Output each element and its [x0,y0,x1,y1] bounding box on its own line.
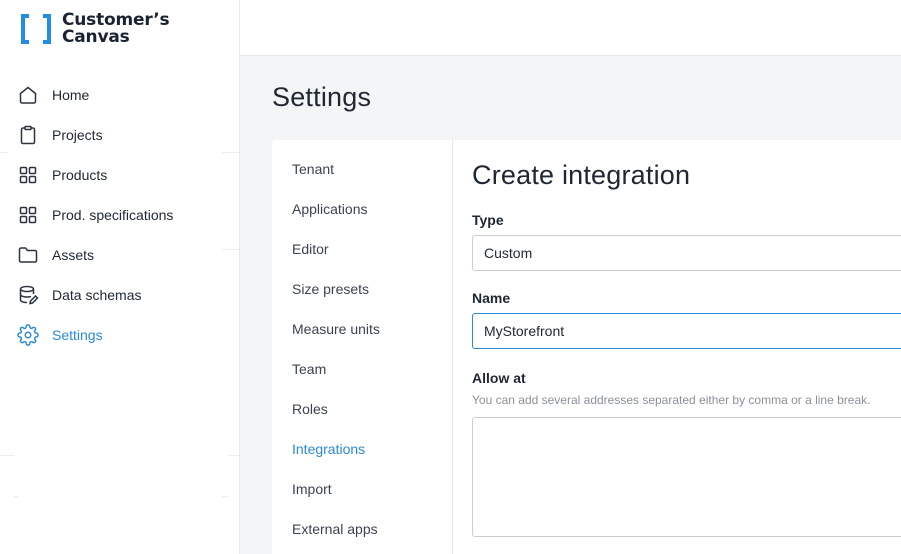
settings-nav-item-applications[interactable]: Applications [272,189,452,229]
clipboard-icon [17,124,39,146]
brand-bracket-icon [21,14,51,44]
sidebar-item-label: Home [52,87,90,103]
app: Customer’s Canvas Home Projects Products… [0,0,901,554]
sidebar-item-data-schemas[interactable]: Data schemas [0,275,239,315]
name-input[interactable] [472,313,901,349]
sidebar: Customer’s Canvas Home Projects Products… [0,0,240,554]
type-select[interactable]: Custom [472,235,901,271]
brand-name-line2: Canvas [62,27,130,47]
top-bar [240,0,901,56]
brand-name: Customer’s Canvas [62,12,170,47]
settings-nav-item-tenant[interactable]: Tenant [272,149,452,189]
divider [222,496,229,497]
sidebar-item-products[interactable]: Products [0,155,239,195]
sidebar-item-home[interactable]: Home [0,75,239,115]
type-label: Type [472,212,504,228]
settings-nav-item-size-presets[interactable]: Size presets [272,269,452,309]
allow-at-textarea[interactable] [472,417,901,537]
settings-nav-item-editor[interactable]: Editor [272,229,452,269]
sidebar-item-projects[interactable]: Projects [0,115,239,155]
gear-icon [17,324,39,346]
settings-nav-item-import[interactable]: Import [272,469,452,509]
divider [0,455,14,456]
type-select-value: Custom [484,245,533,261]
sidebar-item-label: Settings [52,327,103,343]
form-title: Create integration [472,160,691,190]
divider [14,496,18,497]
allow-at-label: Allow at [472,370,526,386]
sidebar-item-label: Projects [52,127,103,143]
create-integration-form: Create integration Type Custom Name Allo… [472,140,901,554]
sidebar-item-prod-specifications[interactable]: Prod. specifications [0,195,239,235]
divider [222,152,239,153]
allow-at-hint: You can add several addresses separated … [472,393,871,407]
settings-nav-item-external-apps[interactable]: External apps [272,509,452,549]
sidebar-item-assets[interactable]: Assets [0,235,239,275]
name-label: Name [472,290,511,306]
sidebar-item-label: Assets [52,247,95,263]
sidebar-item-label: Data schemas [52,287,142,303]
sidebar-item-settings[interactable]: Settings [0,315,239,355]
divider [228,455,239,456]
settings-nav-item-team[interactable]: Team [272,349,452,389]
grid-icon [17,164,39,186]
divider [0,152,8,153]
sidebar-nav: Home Projects Products Prod. specificati… [0,75,239,355]
grid-icon [17,204,39,226]
settings-nav-item-measure-units[interactable]: Measure units [272,309,452,349]
settings-nav-item-roles[interactable]: Roles [272,389,452,429]
home-icon [17,84,39,106]
database-edit-icon [17,284,39,306]
folder-icon [17,244,39,266]
sidebar-item-label: Prod. specifications [52,207,174,223]
page-title: Settings [272,82,372,112]
settings-panel: Tenant Applications Editor Size presets … [272,140,901,554]
settings-nav: Tenant Applications Editor Size presets … [272,140,453,554]
sidebar-item-label: Products [52,167,108,183]
settings-nav-item-integrations[interactable]: Integrations [272,429,452,469]
main-content: Settings Tenant Applications Editor Size… [240,56,901,554]
brand-logo[interactable]: Customer’s Canvas [20,12,170,47]
divider [222,249,239,250]
